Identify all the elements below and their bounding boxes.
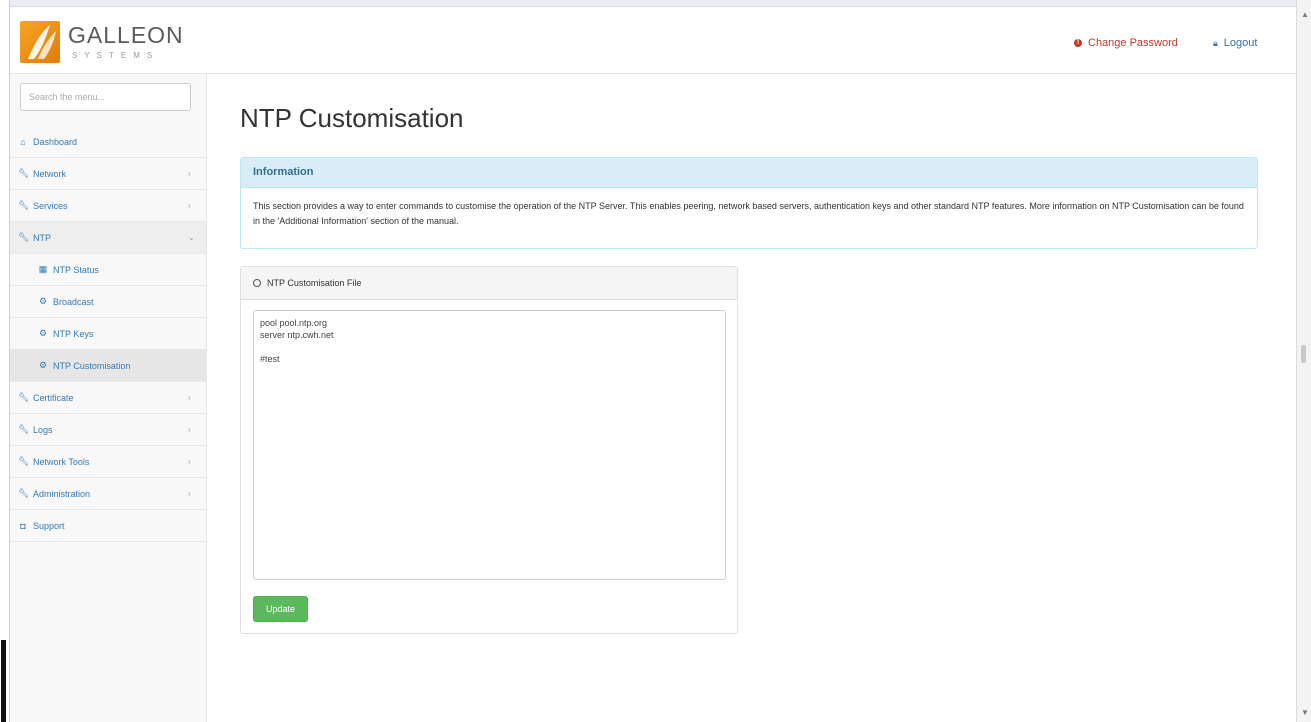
sidebar-item-ntp-keys[interactable]: ⚙ NTP Keys: [10, 318, 206, 350]
wrench-icon: 🔧︎: [18, 488, 30, 498]
customisation-file-textarea[interactable]: [253, 310, 726, 580]
page-scrollbar[interactable]: ▲ ▼: [1296, 0, 1311, 722]
sidebar-item-label: Network: [33, 168, 67, 179]
logout-label: Logout: [1223, 37, 1258, 49]
information-panel: Information This section provides a way …: [240, 157, 1258, 249]
sidebar-item-network[interactable]: 🔧︎ Network ‹: [10, 158, 206, 190]
cog-icon: ⚙: [38, 296, 48, 306]
sidebar-item-label: NTP Status: [53, 264, 99, 275]
top-header: GALLEON SYSTEMS ! Change Password 🔒︎ Log…: [10, 7, 1296, 74]
menu-search-input[interactable]: [20, 83, 191, 111]
sidebar-item-administration[interactable]: 🔧︎ Administration ‹: [10, 478, 206, 510]
sidebar: ⌂Dashboard🔧︎Network‹🔧︎Services‹🔧︎NTP⌄▦NT…: [10, 74, 207, 722]
wrench-icon: 🔧︎: [18, 232, 30, 242]
chevron-down-icon: ⌄: [188, 233, 195, 242]
table-icon: ▦: [38, 264, 48, 274]
support-icon: ◘: [20, 520, 26, 531]
wrench-icon: 🔧︎: [18, 168, 30, 178]
dashboard-icon: ⌂: [20, 136, 26, 147]
sidebar-item-network-tools[interactable]: 🔧︎ Network Tools ‹: [10, 446, 206, 478]
scroll-thumb[interactable]: [1301, 345, 1306, 363]
change-password-link[interactable]: ! Change Password: [1074, 37, 1178, 49]
window-shadow: [1, 640, 6, 722]
sidebar-item-label: Administration: [33, 488, 91, 499]
sidebar-item-label: Support: [33, 520, 65, 531]
brand-tagline: SYSTEMS: [72, 51, 160, 60]
page-title: NTP Customisation: [240, 103, 464, 133]
sidebar-item-broadcast[interactable]: ⚙ Broadcast: [10, 286, 206, 318]
brand-name: GALLEON: [68, 22, 184, 48]
sidebar-item-certificate[interactable]: 🔧︎ Certificate ‹: [10, 382, 206, 414]
sidebar-item-label: NTP Keys: [53, 328, 94, 339]
chevron-left-icon: ‹: [188, 457, 191, 466]
sidebar-item-dashboard[interactable]: ⌂ Dashboard: [10, 126, 206, 158]
wrench-icon: 🔧︎: [18, 424, 30, 434]
sidebar-item-label: Network Tools: [33, 456, 90, 467]
sidebar-item-ntp-customisation[interactable]: ⚙ NTP Customisation: [10, 350, 206, 382]
wrench-icon: 🔧︎: [18, 200, 30, 210]
sidebar-item-label: NTP Customisation: [53, 360, 131, 371]
sidebar-item-label: Services: [33, 200, 68, 211]
sidebar-item-ntp[interactable]: 🔧︎ NTP ⌄: [10, 222, 206, 254]
sidebar-item-label: Certificate: [33, 392, 74, 403]
customisation-file-heading: NTP Customisation File: [241, 267, 737, 300]
sidebar-item-label: Logs: [33, 424, 53, 435]
sidebar-item-label: NTP: [33, 232, 51, 243]
sidebar-item-label: Dashboard: [33, 136, 78, 147]
chevron-left-icon: ‹: [188, 393, 191, 402]
window-left-frame: [0, 0, 10, 722]
sidebar-item-label: Broadcast: [53, 296, 94, 307]
logout-link[interactable]: 🔒︎ Logout: [1213, 37, 1257, 49]
wrench-icon: 🔧︎: [18, 392, 30, 402]
sail-logo-icon: [20, 21, 60, 63]
chevron-left-icon: ‹: [188, 201, 191, 210]
chevron-left-icon: ‹: [188, 425, 191, 434]
sidebar-item-support[interactable]: ◘ Support: [10, 510, 206, 542]
sidebar-item-logs[interactable]: 🔧︎ Logs ‹: [10, 414, 206, 446]
wrench-icon: 🔧︎: [18, 456, 30, 466]
galleon-logo[interactable]: GALLEON SYSTEMS: [20, 18, 200, 66]
scroll-down-icon[interactable]: ▼: [1301, 708, 1309, 717]
update-button[interactable]: Update: [253, 596, 308, 622]
customisation-file-panel: NTP Customisation File Update: [240, 266, 738, 634]
lock-icon: 🔒︎: [1213, 37, 1218, 48]
sidebar-item-services[interactable]: 🔧︎ Services ‹: [10, 190, 206, 222]
information-text: This section provides a way to enter com…: [253, 201, 1244, 226]
chevron-left-icon: ‹: [188, 489, 191, 498]
alert-icon: !: [1074, 39, 1082, 47]
browser-top-strip: [0, 0, 1311, 7]
circle-icon: [253, 279, 261, 287]
chevron-left-icon: ‹: [188, 169, 191, 178]
cog-icon: ⚙: [38, 328, 48, 338]
information-heading: Information: [241, 158, 1257, 188]
change-password-label: Change Password: [1088, 37, 1178, 49]
sidebar-item-ntp-status[interactable]: ▦ NTP Status: [10, 254, 206, 286]
sidebar-nav: ⌂ Dashboard 🔧︎ Network ‹ 🔧︎ Services ‹ 🔧︎ NTP ⌄ ▦ NT…: [10, 126, 206, 542]
cog-icon: ⚙: [38, 360, 48, 370]
scroll-up-icon[interactable]: ▲: [1301, 10, 1309, 19]
sidebar-search: [20, 83, 191, 111]
customisation-file-title: NTP Customisation File: [267, 278, 362, 288]
